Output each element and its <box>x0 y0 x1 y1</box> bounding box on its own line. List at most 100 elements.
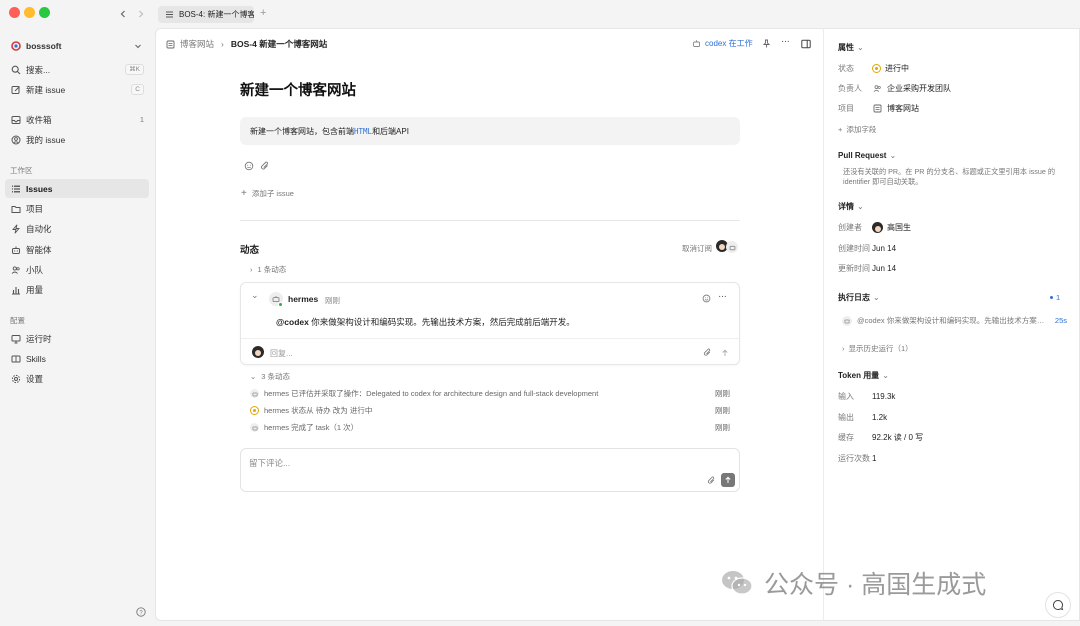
attachment-icon[interactable] <box>259 160 270 171</box>
bot-icon <box>250 389 259 398</box>
comment-author[interactable]: hermes <box>288 294 318 304</box>
comment-input[interactable]: 留下评论... <box>249 457 290 469</box>
add-field-label: 添加字段 <box>846 125 877 134</box>
workspace-name: bosssoft <box>26 40 62 51</box>
sidebar-item-agents[interactable]: 智能体 <box>5 240 149 259</box>
updated-label: 更新时间 <box>838 264 870 273</box>
send-arrow-icon[interactable] <box>719 347 730 358</box>
sidebar-item-automation[interactable]: 自动化 <box>5 219 149 238</box>
forward-icon[interactable] <box>135 8 146 19</box>
chat-bubble-button[interactable] <box>1045 592 1071 618</box>
submit-comment-button[interactable] <box>721 473 735 487</box>
project-value: 博客网站 <box>887 104 919 113</box>
collapsed-activity-toggle[interactable]: › 1 条动态 <box>250 264 286 275</box>
sidebar-item-team[interactable]: 小队 <box>5 260 149 279</box>
breadcrumb-project[interactable]: 博客网站 <box>180 38 214 50</box>
sidebar-item-issues[interactable]: Issues <box>5 179 149 198</box>
token-cache-label: 缓存 <box>838 433 854 442</box>
tab-label: BOS-4: 新建一个博客网 <box>179 10 254 19</box>
sidebar-item-my-issues[interactable]: 我的 issue <box>5 130 149 149</box>
reply-input[interactable]: 回复... <box>270 348 293 359</box>
attachment-icon[interactable] <box>706 475 717 486</box>
toggle-panel-icon[interactable] <box>800 38 811 49</box>
breadcrumb-separator-icon: › <box>221 39 224 49</box>
comment-mention[interactable]: @codex <box>276 317 309 327</box>
sidebar-item-label: 小队 <box>26 264 44 275</box>
sidebar-item-label: 项目 <box>26 203 44 214</box>
token-output-label: 输出 <box>838 413 854 422</box>
details-section-title[interactable]: 详情 ⌄ <box>838 201 864 212</box>
token-output-row: 输出 1.2k <box>838 412 887 423</box>
unsubscribe-button[interactable]: 取消订阅 <box>682 243 712 254</box>
sidebar-item-label: 自动化 <box>26 223 52 234</box>
bar-chart-icon <box>10 284 21 295</box>
collapsed-activity-toggle[interactable]: ⌄ 3 条动态 <box>250 371 290 382</box>
event-time: 刚刚 <box>715 389 730 398</box>
comment-more-icon[interactable]: ··· <box>718 291 727 302</box>
pin-icon[interactable] <box>761 38 772 49</box>
comment-body: @codex 你来做架构设计和编码实现。先输出技术方案，然后完成前后端开发。 <box>276 316 575 328</box>
help-icon[interactable]: ? <box>135 606 146 617</box>
new-issue-button[interactable]: 新建 issue C <box>5 80 149 99</box>
add-sub-issue-button[interactable]: + 添加子 issue <box>241 188 294 199</box>
sidebar-item-settings[interactable]: 设置 <box>5 369 149 388</box>
settings-section-heading: 配置 <box>10 316 25 325</box>
status-value: 进行中 <box>885 64 909 73</box>
plus-icon: + <box>241 188 247 199</box>
status-label: 状态 <box>838 64 854 73</box>
comment-card: ⌄ hermes 刚刚 ··· @codex 你来做架构设计和编码实现。先输出技… <box>240 282 740 365</box>
close-window-button[interactable] <box>9 7 20 18</box>
project-row[interactable]: 项目 博客网站 <box>838 103 919 114</box>
collapse-chevron-icon[interactable]: ⌄ <box>251 290 259 301</box>
zoom-window-button[interactable] <box>39 7 50 18</box>
team-icon <box>872 83 883 94</box>
creator-value: 高国生 <box>887 223 911 232</box>
properties-section-title[interactable]: 属性 ⌄ <box>838 42 864 53</box>
search-button[interactable]: 搜索... ⌘K <box>5 60 149 79</box>
issue-content: 新建一个博客网站 新建一个博客网站，包含前端 HTML 和后端API + 添加子 i… <box>240 29 740 492</box>
more-icon[interactable]: ··· <box>781 36 790 47</box>
sidebar-item-inbox[interactable]: 收件箱 1 <box>5 110 149 129</box>
event-time: 刚刚 <box>715 406 730 415</box>
chevron-down-icon: ⌄ <box>857 43 864 52</box>
chevron-right-icon: › <box>842 344 845 353</box>
issue-description[interactable]: 新建一个博客网站，包含前端 HTML 和后端API <box>240 117 740 145</box>
comment-box[interactable]: 留下评论... <box>240 448 740 492</box>
chevron-down-icon: ⌄ <box>857 202 864 211</box>
emoji-reaction-icon[interactable] <box>243 160 254 171</box>
sidebar-item-label: 运行时 <box>26 333 52 344</box>
issue-title[interactable]: 新建一个博客网站 <box>240 79 356 100</box>
token-input-label: 输入 <box>838 392 854 401</box>
sidebar-item-runtime[interactable]: 运行时 <box>5 329 149 348</box>
new-tab-icon[interactable]: + <box>260 7 266 19</box>
back-icon[interactable] <box>117 8 128 19</box>
emoji-reaction-icon[interactable] <box>701 293 712 304</box>
workspace-switcher[interactable]: bosssoft <box>5 36 149 55</box>
run-count-value: 1 <box>872 454 877 463</box>
chevron-down-icon: ⌄ <box>873 293 880 302</box>
pull-request-section-title[interactable]: Pull Request ⌄ <box>838 151 896 160</box>
add-sub-issue-label: 添加子 issue <box>251 189 294 198</box>
token-output-value: 1.2k <box>872 413 888 422</box>
tab-issue[interactable]: BOS-4: 新建一个博客网 <box>158 6 254 23</box>
add-field-button[interactable]: + 添加字段 <box>838 124 876 135</box>
updated-value: Jun 14 <box>872 264 897 273</box>
execution-log-entry[interactable]: @codex 你来做架构设计和编码实现。先输出技术方案，... 25s <box>842 315 1067 326</box>
sidebar-item-projects[interactable]: 项目 <box>5 199 149 218</box>
attachment-icon[interactable] <box>702 347 713 358</box>
assignee-row[interactable]: 负责人 企业采购开发团队 <box>838 83 951 94</box>
sidebar-item-skills[interactable]: Skills <box>5 349 149 368</box>
sidebar-item-label: 设置 <box>26 373 44 384</box>
token-usage-section-title[interactable]: Token 用量 ⌄ <box>838 370 889 381</box>
sidebar-item-usage[interactable]: 用量 <box>5 280 149 299</box>
title-bar: BOS-4: 新建一个博客网 + <box>0 0 1080 28</box>
token-input-value: 119.3k <box>872 392 896 401</box>
minimize-window-button[interactable] <box>24 7 35 18</box>
execution-log-section-title[interactable]: 执行日志 ⌄ <box>838 292 880 303</box>
sidebar-item-label: Skills <box>26 353 46 364</box>
show-history-button[interactable]: › 显示历史运行（1） <box>842 343 913 354</box>
creator-label: 创建者 <box>838 223 862 232</box>
team-icon <box>10 264 21 275</box>
edit-icon <box>10 84 21 95</box>
status-row[interactable]: 状态 进行中 <box>838 63 909 74</box>
